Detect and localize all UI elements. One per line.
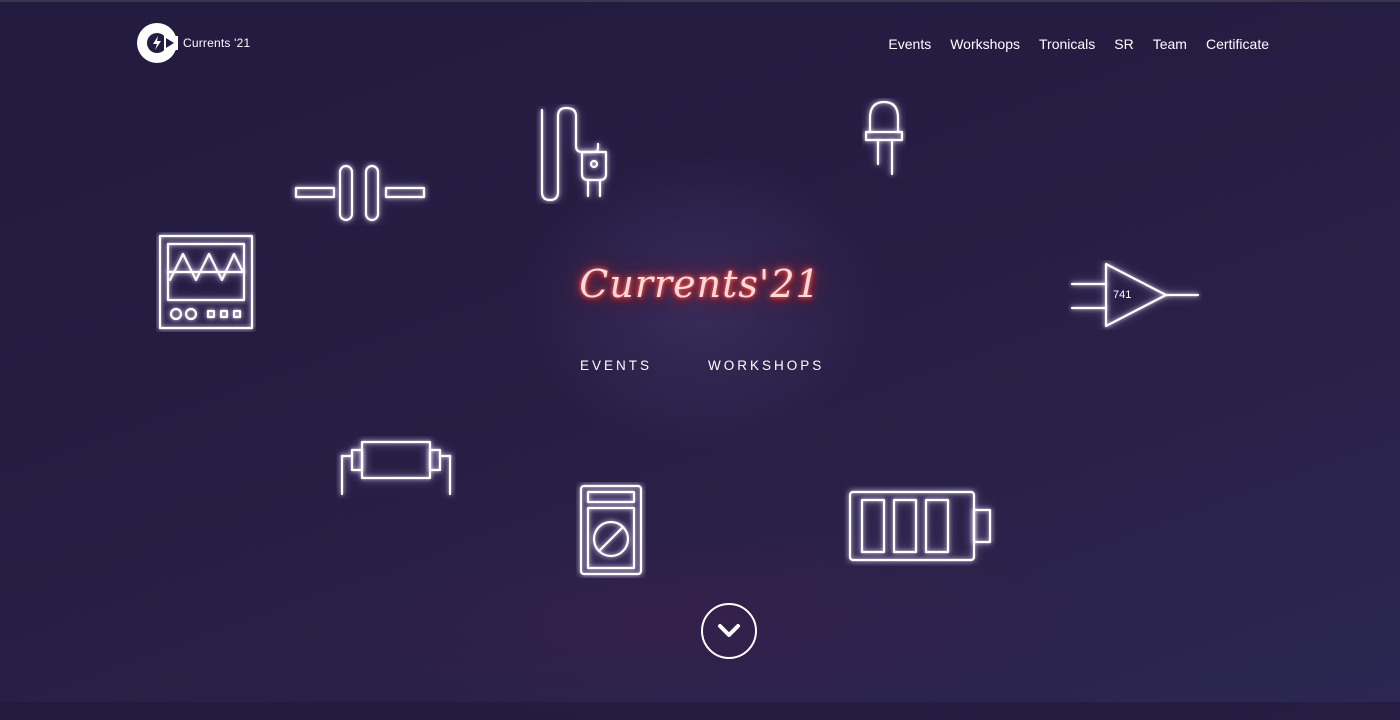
lightning-logo-icon — [137, 23, 178, 63]
battery-icon — [848, 490, 992, 562]
top-border — [0, 0, 1400, 2]
hero-links: EVENTS WORKSHOPS — [580, 358, 824, 373]
main-nav: Events Workshops Tronicals SR Team Certi… — [888, 36, 1269, 52]
nav-workshops[interactable]: Workshops — [950, 36, 1020, 52]
resistor-icon — [340, 440, 452, 496]
chevron-down-icon — [718, 624, 740, 637]
nav-tronicals[interactable]: Tronicals — [1039, 36, 1095, 52]
plug-icon — [540, 106, 608, 202]
nav-sr[interactable]: SR — [1114, 36, 1133, 52]
oscilloscope-icon — [158, 234, 254, 330]
hero-workshops-link[interactable]: WORKSHOPS — [708, 358, 824, 373]
hero-events-link[interactable]: EVENTS — [580, 358, 652, 373]
nav-team[interactable]: Team — [1153, 36, 1187, 52]
brand-logo[interactable]: Currents '21 — [136, 22, 250, 64]
brand-name: Currents '21 — [183, 36, 251, 50]
capacitor-icon — [294, 164, 426, 222]
nav-certificate[interactable]: Certificate — [1206, 36, 1269, 52]
scroll-down-button[interactable] — [701, 603, 757, 659]
opamp-label: 741 — [1113, 289, 1131, 301]
led-icon — [864, 100, 904, 176]
opamp-icon: 741 — [1070, 262, 1200, 328]
multimeter-icon — [579, 484, 643, 576]
nav-events[interactable]: Events — [888, 36, 931, 52]
hero-title: Currents'21 — [579, 262, 821, 306]
